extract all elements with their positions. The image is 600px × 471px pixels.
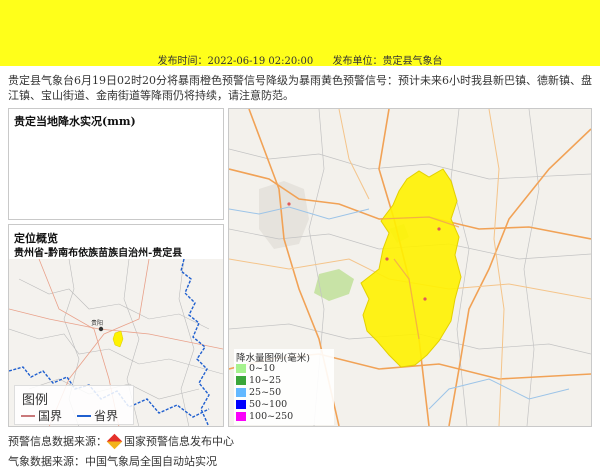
precip-legend-row: 25~50 xyxy=(236,387,281,398)
legend-province-border: 省界 xyxy=(77,407,118,424)
map-legend: 图例 国界 省界 xyxy=(14,385,134,425)
precip-legend-row: 100~250 xyxy=(236,411,293,422)
warning-source-name[interactable]: 国家预警信息发布中心 xyxy=(124,433,234,449)
publisher: 发布单位：贵定县气象台 xyxy=(332,56,443,67)
province-border-label: 省界 xyxy=(94,409,119,423)
precip-legend: 降水量图例(毫米) 0~10 10~25 25~50 50~100 100~25… xyxy=(234,349,334,425)
rainfall-panel-title: 贵定当地降水实况(mm) xyxy=(14,115,136,128)
precip-legend-row: 0~10 xyxy=(236,363,275,374)
location-path: 贵州省-黔南布依族苗族自治州-贵定县 xyxy=(14,248,183,259)
precip-legend-label: 0~10 xyxy=(249,363,276,374)
precip-swatch xyxy=(236,376,246,385)
banner-meta: 发布时间：2022-06-19 02:20:00 发布单位：贵定县气象台 xyxy=(0,52,600,67)
precip-legend-label: 50~100 xyxy=(249,399,288,410)
precip-legend-row: 50~100 xyxy=(236,399,287,410)
legend-national-border: 国界 xyxy=(21,407,62,424)
guiyang-label: 贵阳 xyxy=(91,319,103,327)
precip-legend-row: 10~25 xyxy=(236,375,281,386)
national-border-swatch xyxy=(21,414,35,417)
rainfall-panel: 贵定当地降水实况(mm) xyxy=(8,108,224,220)
precip-legend-label: 25~50 xyxy=(249,387,282,398)
province-border-swatch xyxy=(77,414,91,417)
precip-legend-title: 降水量图例(毫米) xyxy=(236,353,310,364)
precip-swatch xyxy=(236,400,246,409)
warning-center-logo-icon xyxy=(106,433,123,449)
map-legend-title: 图例 xyxy=(22,393,49,408)
precip-swatch xyxy=(236,388,246,397)
precip-legend-label: 10~25 xyxy=(249,375,282,386)
precip-swatch xyxy=(236,412,246,421)
location-overview-panel: 定位概览 贵州省-黔南布依族苗族自治州-贵定县 贵阳 图例 国界 省界 xyxy=(8,224,224,427)
national-border-label: 国界 xyxy=(38,409,63,423)
warning-source-label: 预警信息数据来源： xyxy=(8,435,107,448)
precip-legend-label: 100~250 xyxy=(249,411,294,422)
publish-time: 发布时间：2022-06-19 02:20:00 xyxy=(157,56,314,67)
warning-notice-text: 贵定县气象台6月19日02时20分将暴雨橙色预警信号降级为暴雨黄色预警信号：预计… xyxy=(8,74,592,102)
precip-swatch xyxy=(236,364,246,373)
warning-map-panel: 降水量图例(毫米) 0~10 10~25 25~50 50~100 100~25… xyxy=(228,108,592,427)
warning-source: 预警信息数据来源： 国家预警信息发布中心 xyxy=(8,433,234,449)
weather-data-source: 气象数据来源：中国气象局全国自动站实况 xyxy=(8,455,217,468)
